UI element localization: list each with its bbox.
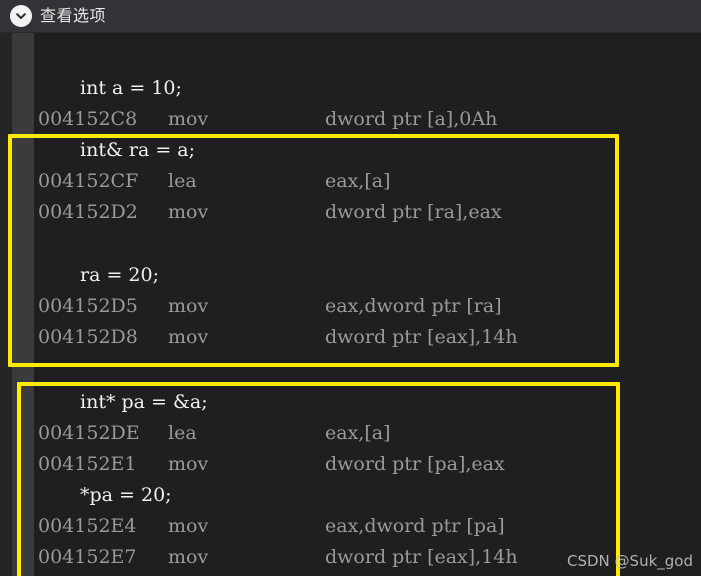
- chevron-down-circle-icon[interactable]: [10, 5, 32, 27]
- reference-block-highlight: [8, 134, 619, 367]
- watermark-text: CSDN @Suk_god: [567, 552, 693, 570]
- pointer-block-highlight: [17, 382, 620, 576]
- view-options-label: 查看选项: [40, 6, 107, 25]
- disassembly-window: 查看选项 int a = 10; 004152C8 mov dword ptr [a]…: [0, 0, 701, 576]
- view-options-bar[interactable]: 查看选项: [0, 0, 701, 33]
